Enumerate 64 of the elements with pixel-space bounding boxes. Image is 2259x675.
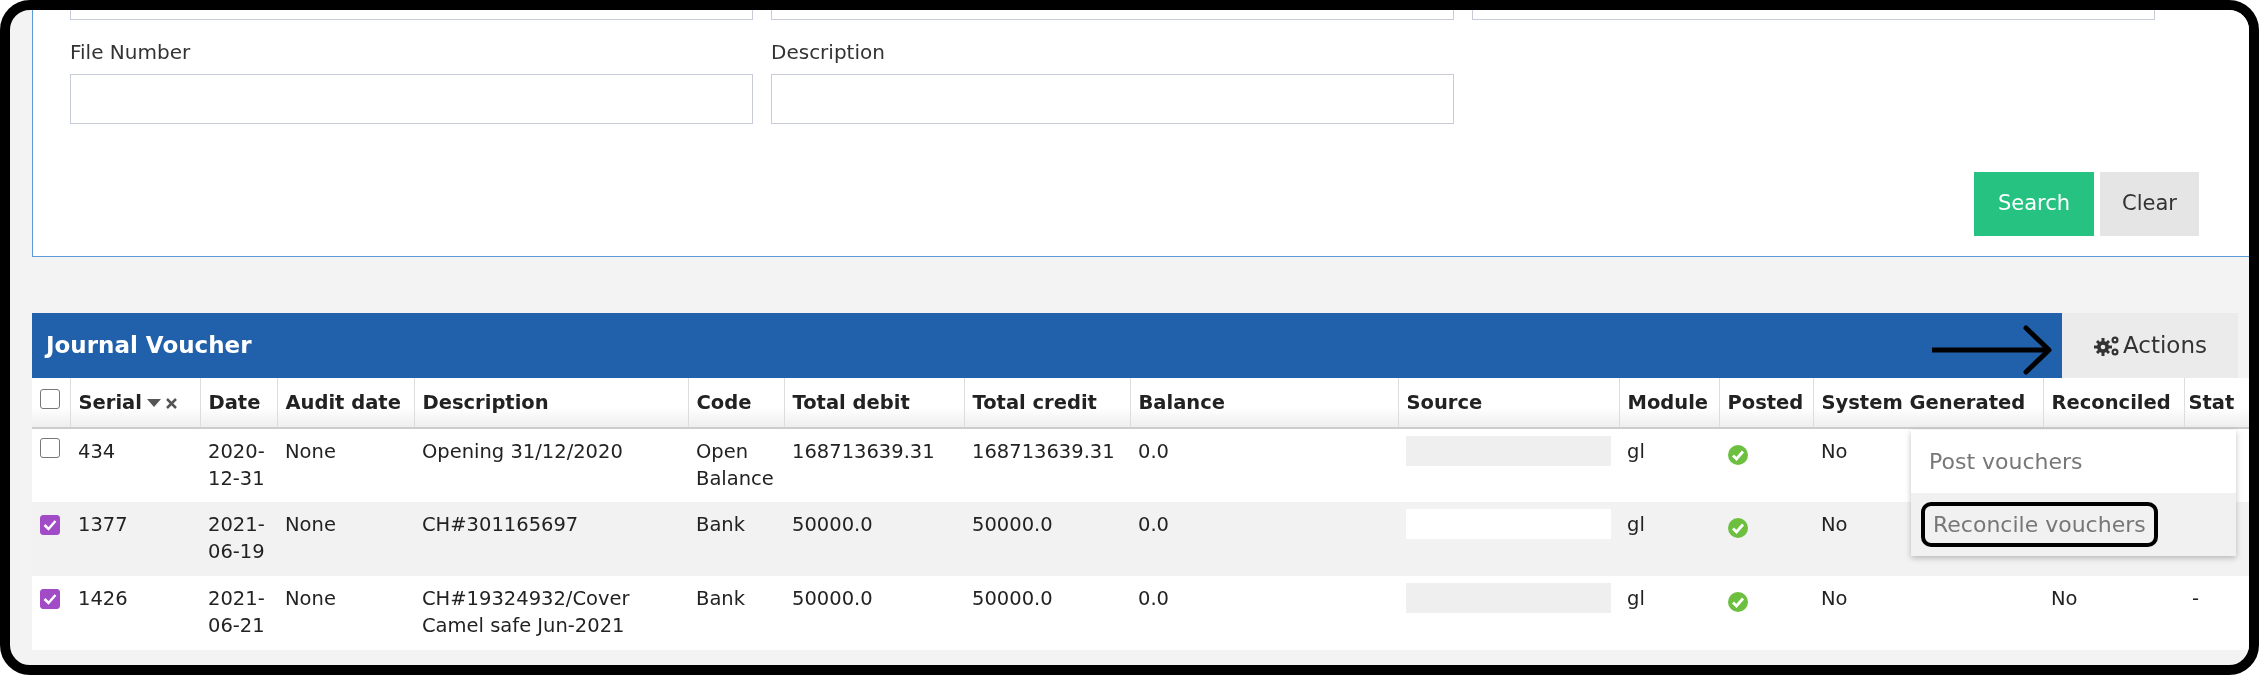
table-cell: Bank <box>696 587 745 610</box>
table-cell: 50000.0 <box>972 587 1053 610</box>
field-label: File Number <box>70 40 192 64</box>
table-cell: No <box>1821 587 1848 610</box>
clear-button[interactable]: Clear <box>2100 172 2199 236</box>
input-field[interactable] <box>771 74 1454 124</box>
column-header: Audit date <box>285 390 401 414</box>
column-header: Total credit <box>972 390 1097 414</box>
table-cell: No <box>2051 587 2078 610</box>
column-header: Module <box>1627 390 1709 414</box>
table-cell: gl <box>1627 513 1645 536</box>
table-cell: 2021-06-21 <box>208 587 265 638</box>
column-header: Stat <box>2188 390 2235 414</box>
panel-title: Journal Voucher <box>32 313 2062 378</box>
checkbox[interactable] <box>40 589 60 609</box>
input-field[interactable] <box>70 74 753 124</box>
menu-item[interactable]: Post vouchers <box>1911 430 2236 493</box>
checkbox[interactable] <box>40 438 60 458</box>
table-cell: Open Balance <box>696 440 774 491</box>
table-cell: 0.0 <box>1138 513 1169 536</box>
field-label: Description <box>771 40 886 64</box>
menu-item[interactable]: Reconcile vouchers <box>1911 493 2236 556</box>
table-cell: gl <box>1627 587 1645 610</box>
column-header: Serial <box>78 390 142 414</box>
table-cell: 50000.0 <box>972 513 1053 536</box>
actions-button[interactable]: Actions <box>2062 313 2238 378</box>
input-field[interactable] <box>771 10 1454 20</box>
table-cell: 2021-06-19 <box>208 513 265 564</box>
search-button[interactable]: Search <box>1973 172 2095 236</box>
table-cell: CH#19324932/Cover Camel safe Jun-2021 <box>422 587 630 638</box>
table-cell: 50000.0 <box>792 587 873 610</box>
column-header: Balance <box>1138 390 1226 414</box>
table-cell: Bank <box>696 513 745 536</box>
column-header: Reconciled <box>2051 390 2171 414</box>
column-header: Total debit <box>792 390 910 414</box>
table-cell: 434 <box>78 440 116 463</box>
checkbox[interactable] <box>40 388 60 409</box>
table-cell: 1426 <box>78 587 128 610</box>
table-cell: 0.0 <box>1138 440 1169 463</box>
table-cell: No <box>1821 440 1848 463</box>
column-header: Date <box>208 390 261 414</box>
column-header: System Generated <box>1821 390 2026 414</box>
table-cell: gl <box>1627 440 1645 463</box>
table-cell: CH#301165697 <box>422 513 579 536</box>
column-header: Posted <box>1727 390 1804 414</box>
table-cell: Opening 31/12/2020 <box>422 440 623 463</box>
table-cell: 50000.0 <box>792 513 873 536</box>
table-cell: 2020-12-31 <box>208 440 265 491</box>
table-cell: 168713639.31 <box>972 440 1115 463</box>
table-cell: None <box>285 513 336 536</box>
table-cell: 168713639.31 <box>792 440 935 463</box>
table-cell: None <box>285 587 336 610</box>
checkbox[interactable] <box>40 515 60 535</box>
table-cell: 1377 <box>78 513 128 536</box>
input-field[interactable] <box>70 10 753 20</box>
table-cell: 0.0 <box>1138 587 1169 610</box>
table-cell: None <box>285 440 336 463</box>
sort-icon[interactable] <box>145 396 178 411</box>
table-cell: - <box>2192 587 2200 610</box>
input-field[interactable] <box>1472 10 2155 20</box>
column-header: Code <box>696 390 752 414</box>
column-header: Description <box>422 390 549 414</box>
column-header: Source <box>1406 390 1483 414</box>
table-cell: No <box>1821 513 1848 536</box>
